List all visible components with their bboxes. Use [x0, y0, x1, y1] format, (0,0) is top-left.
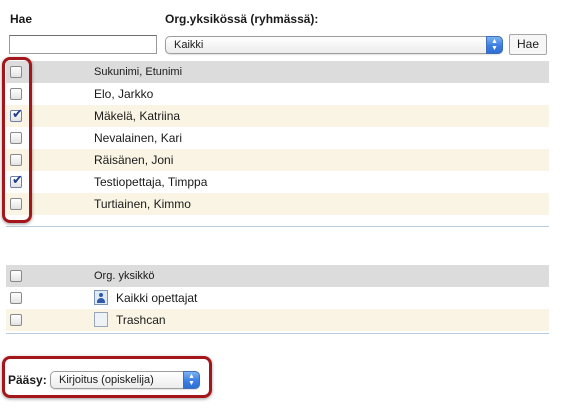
table-row: Turtiainen, Kimmo: [6, 193, 549, 215]
org-unit-name: Trashcan: [116, 313, 166, 327]
section-divider: [6, 226, 549, 227]
checkbox-column-highlight: [2, 57, 32, 223]
select-arrows-icon: ▲ ▼: [486, 36, 503, 54]
section-divider: [6, 333, 549, 334]
users-table: Sukunimi, Etunimi Elo, Jarkko ✔ Mäkelä, …: [6, 61, 549, 215]
user-name: Turtiainen, Kimmo: [94, 197, 191, 211]
org-units-table-header: Org. yksikkö: [6, 265, 549, 287]
user-name: Elo, Jarkko: [94, 87, 154, 101]
search-input[interactable]: [9, 35, 157, 54]
users-table-header: Sukunimi, Etunimi: [6, 61, 549, 83]
access-highlight: [2, 356, 212, 398]
folder-icon: [94, 312, 108, 327]
row-checkbox[interactable]: [10, 292, 22, 304]
column-header-org-unit: Org. yksikkö: [94, 270, 155, 282]
user-name: Räisänen, Joni: [94, 153, 174, 167]
user-name: Mäkelä, Katriina: [94, 109, 181, 123]
table-row: Nevalainen, Kari: [6, 127, 549, 149]
row-checkbox[interactable]: [10, 314, 22, 326]
table-row: Elo, Jarkko: [6, 83, 549, 105]
table-row: Kaikki opettajat: [6, 287, 549, 309]
group-person-icon: [94, 290, 108, 305]
table-row: ✔ Mäkelä, Katriina: [6, 105, 549, 127]
table-row: Räisänen, Joni: [6, 149, 549, 171]
column-header-name: Sukunimi, Etunimi: [94, 66, 183, 78]
org-filter-label: Org.yksikössä (ryhmässä):: [165, 12, 319, 26]
search-label: Hae: [10, 12, 33, 26]
user-name: Nevalainen, Kari: [94, 131, 183, 145]
org-filter-select[interactable]: Kaikki ▲ ▼: [165, 36, 503, 54]
org-filter-selected-value: Kaikki: [174, 39, 204, 51]
user-name: Testiopettaja, Timppa: [94, 175, 208, 189]
select-all-units-checkbox[interactable]: [10, 270, 22, 282]
search-button[interactable]: Hae: [509, 34, 547, 55]
org-units-table: Org. yksikkö Kaikki opettajat Trashcan: [6, 265, 549, 331]
table-row: ✔ Testiopettaja, Timppa: [6, 171, 549, 193]
org-unit-name: Kaikki opettajat: [116, 291, 198, 305]
table-row: Trashcan: [6, 309, 549, 331]
user-selection-panel: Hae Org.yksikössä (ryhmässä): Kaikki ▲ ▼ …: [0, 0, 563, 415]
